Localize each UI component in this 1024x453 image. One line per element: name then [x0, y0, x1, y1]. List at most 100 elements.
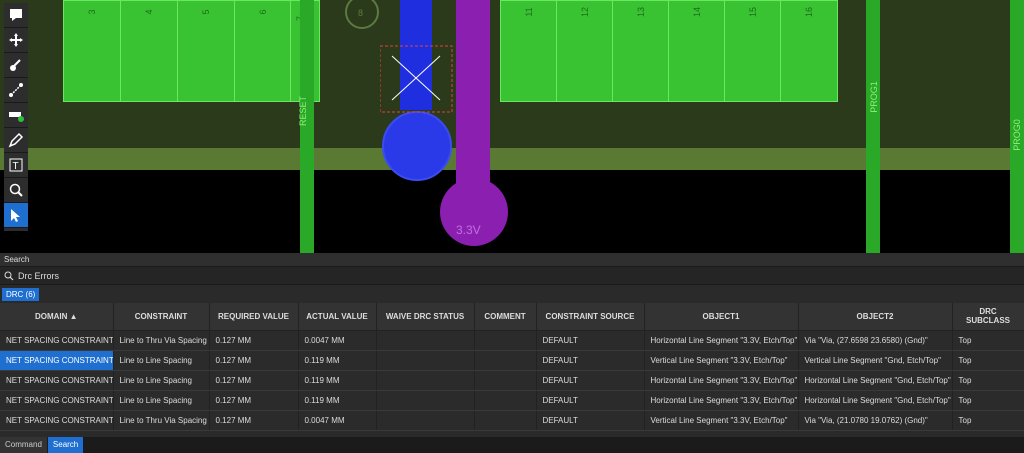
col-domain[interactable]: DOMAIN ▲ [0, 303, 114, 331]
table-cell: 0.127 MM [209, 350, 299, 371]
table-cell: Horizontal Line Segment "3.3V, Etch/Top" [644, 370, 799, 391]
pcb-canvas[interactable]: 3 4 5 6 7-RESE 11 12 13 14 15 16 RESET P… [0, 0, 1024, 253]
comment-tool-button[interactable] [4, 3, 28, 28]
table-cell: Top [952, 390, 1024, 411]
table-cell: DEFAULT [536, 350, 645, 371]
col-waive-drc-status[interactable]: WAIVE DRC STATUS [376, 303, 475, 331]
pad-8-outline[interactable]: 8 [340, 0, 380, 30]
pad-label: 3 [87, 9, 97, 15]
pad-label: 5 [201, 9, 211, 15]
table-cell: 0.119 MM [298, 370, 377, 391]
tab-search[interactable]: Search [47, 437, 84, 453]
connect-tool-button[interactable] [4, 78, 28, 103]
col-object2[interactable]: OBJECT2 [798, 303, 953, 331]
purple-trace[interactable]: 3.3V [438, 0, 518, 253]
pad-14[interactable]: 14 [668, 0, 726, 102]
table-cell: 0.127 MM [209, 390, 299, 411]
pad-label: 14 [692, 7, 702, 18]
col-drc-subclass[interactable]: DRC SUBCLASS [952, 303, 1024, 331]
table-cell: Via "Via, (21.0780 19.0762) (Gnd)" [798, 410, 953, 431]
pad-12[interactable]: 12 [556, 0, 614, 102]
col-comment[interactable]: COMMENT [474, 303, 537, 331]
text-tool-button[interactable]: T [4, 153, 28, 178]
table-cell: Horizontal Line Segment "Gnd, Etch/Top" [798, 390, 953, 411]
add-component-tool-button[interactable] [4, 103, 28, 128]
trace-prog1[interactable] [866, 0, 880, 253]
pad-8-label: 8 [358, 8, 363, 18]
table-cell: NET SPACING CONSTRAINTS [0, 350, 114, 371]
table-cell: 0.0047 MM [298, 410, 377, 431]
move-icon [9, 33, 23, 47]
table-cell: Line to Line Spacing [113, 350, 210, 371]
pad-label: 11 [524, 7, 534, 17]
table-cell: Horizontal Line Segment "Gnd, Etch/Top" [798, 370, 953, 391]
col-required-value[interactable]: REQUIRED VALUE [209, 303, 299, 331]
pad-15[interactable]: 15 [724, 0, 782, 102]
connect-icon [9, 83, 23, 97]
table-cell: Line to Thru Via Spacing [113, 410, 210, 431]
pad-label: 13 [636, 7, 646, 18]
pad-4[interactable]: 4 [120, 0, 178, 102]
table-cell: 0.127 MM [209, 330, 299, 351]
pad-13[interactable]: 13 [612, 0, 670, 102]
pad-label: 15 [748, 7, 758, 18]
pad-6[interactable]: 6 [234, 0, 292, 102]
search-field[interactable]: Drc Errors [0, 267, 1024, 285]
table-cell: NET SPACING CONSTRAINTS [0, 410, 114, 431]
table-row[interactable]: NET SPACING CONSTRAINTS Line to Line Spac… [0, 390, 1024, 411]
zoom-icon [9, 183, 23, 197]
move-tool-button[interactable] [4, 28, 28, 53]
table-cell: 0.127 MM [209, 370, 299, 391]
table-cell: 0.119 MM [298, 390, 377, 411]
app-window: 3 4 5 6 7-RESE 11 12 13 14 15 16 RESET P… [0, 0, 1024, 453]
col-constraint-source[interactable]: CONSTRAINT SOURCE [536, 303, 645, 331]
table-cell: NET SPACING CONSTRAINTS [0, 390, 114, 411]
table-cell: Horizontal Line Segment "3.3V, Etch/Top" [644, 330, 799, 351]
select-tool-button[interactable] [4, 203, 28, 228]
table-cell: Vertical Line Segment "3.3V, Etch/Top" [644, 410, 799, 431]
table-cell [474, 390, 537, 411]
table-row[interactable]: NET SPACING CONSTRAINTS Line to Line Spac… [0, 370, 1024, 391]
svg-text:T: T [13, 161, 19, 172]
label-prog1: PROG1 [868, 81, 879, 113]
table-cell [376, 390, 475, 411]
tab-command[interactable]: Command [0, 437, 47, 453]
table-cell: Line to Line Spacing [113, 390, 210, 411]
edit-tool-button[interactable] [4, 128, 28, 153]
trace-reset[interactable] [300, 0, 314, 253]
table-cell: DEFAULT [536, 330, 645, 351]
pad-3[interactable]: 3 [63, 0, 121, 102]
table-cell: Top [952, 410, 1024, 431]
table-cell [376, 370, 475, 391]
search-icon [4, 271, 14, 280]
table-cell [376, 410, 475, 431]
pad-label: 6 [258, 9, 268, 15]
table-cell: Top [952, 350, 1024, 371]
table-cell: DEFAULT [536, 370, 645, 391]
table-cell: DEFAULT [536, 410, 645, 431]
pad-16[interactable]: 16 [780, 0, 838, 102]
col-actual-value[interactable]: ACTUAL VALUE [298, 303, 377, 331]
search-label: Drc Errors [18, 270, 59, 281]
route-tool-button[interactable] [4, 53, 28, 78]
table-cell: Line to Thru Via Spacing [113, 330, 210, 351]
bottom-tab-bar: Command Search [0, 437, 1024, 453]
pad-label: 4 [144, 9, 154, 15]
table-row[interactable]: NET SPACING CONSTRAINTS Line to Line Spac… [0, 350, 1024, 371]
table-row[interactable]: NET SPACING CONSTRAINTS Line to Thru Via … [0, 410, 1024, 431]
table-cell: DEFAULT [536, 390, 645, 411]
pointer-icon [11, 209, 20, 222]
zoom-tool-button[interactable] [4, 178, 28, 203]
label-reset: RESET [298, 95, 309, 127]
table-cell: Line to Line Spacing [113, 370, 210, 391]
route-icon [10, 59, 21, 71]
table-cell [376, 330, 475, 351]
drc-filter-tag[interactable]: DRC (6) [2, 287, 40, 301]
table-row[interactable]: NET SPACING CONSTRAINTS Line to Thru Via … [0, 330, 1024, 351]
comment-icon [10, 9, 22, 21]
pad-label: 12 [580, 7, 590, 18]
col-object1[interactable]: OBJECT1 [644, 303, 799, 331]
col-constraint[interactable]: CONSTRAINT [113, 303, 210, 331]
table-cell: NET SPACING CONSTRAINTS [0, 330, 114, 351]
pad-5[interactable]: 5 [177, 0, 235, 102]
